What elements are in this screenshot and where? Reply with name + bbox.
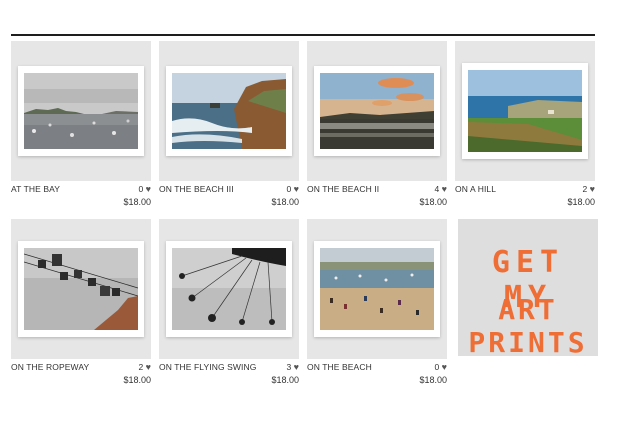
product-thumbnail[interactable] — [11, 219, 151, 359]
product-price: $18.00 — [419, 375, 447, 385]
faded-header — [10, 6, 130, 22]
product-price: $18.00 — [271, 197, 299, 207]
product-price: $18.00 — [123, 375, 151, 385]
like-count-value: 0 — [138, 184, 144, 194]
like-count-value: 4 — [434, 184, 440, 194]
like-count[interactable]: 2 ♥ — [583, 184, 595, 194]
product-title[interactable]: ON THE FLYING SWING — [159, 362, 256, 372]
print-mat — [314, 241, 440, 337]
product-title[interactable]: ON A HILL — [455, 184, 496, 194]
print-mat — [462, 63, 588, 159]
photo-at-the-bay — [24, 73, 138, 149]
photo-on-the-ropeway — [24, 248, 138, 330]
like-count[interactable]: 0 ♥ — [435, 362, 447, 372]
print-mat — [314, 66, 440, 156]
promo-line-2: ART PRINTS — [468, 293, 588, 359]
product-thumbnail[interactable] — [307, 219, 447, 359]
heart-icon[interactable]: ♥ — [442, 184, 447, 194]
heart-icon[interactable]: ♥ — [294, 362, 299, 372]
product-thumbnail[interactable] — [11, 41, 151, 181]
product-price: $18.00 — [271, 375, 299, 385]
product-title[interactable]: ON THE BEACH II — [307, 184, 379, 194]
product-title[interactable]: ON THE BEACH III — [159, 184, 234, 194]
photo-on-the-flying-swing — [172, 248, 286, 330]
photo-on-the-beach — [320, 248, 434, 330]
like-count-value: 0 — [434, 362, 440, 372]
like-count-value: 0 — [286, 184, 292, 194]
get-my-art-prints-banner[interactable]: GET MY ART PRINTS — [458, 219, 598, 359]
print-mat — [166, 241, 292, 337]
product-thumbnail[interactable] — [307, 41, 447, 181]
photo-on-a-hill — [468, 70, 582, 152]
print-mat — [18, 241, 144, 337]
product-thumbnail[interactable] — [159, 219, 299, 359]
heart-icon[interactable]: ♥ — [442, 362, 447, 372]
heart-icon[interactable]: ♥ — [294, 184, 299, 194]
heart-icon[interactable]: ♥ — [146, 184, 151, 194]
product-price: $18.00 — [123, 197, 151, 207]
like-count[interactable]: 0 ♥ — [139, 184, 151, 194]
product-thumbnail[interactable] — [159, 41, 299, 181]
photo-on-the-beach-ii — [320, 73, 434, 149]
heart-icon[interactable]: ♥ — [590, 184, 595, 194]
product-thumbnail[interactable] — [455, 41, 595, 181]
print-mat — [166, 66, 292, 156]
like-count-value: 3 — [286, 362, 292, 372]
like-count[interactable]: 2 ♥ — [139, 362, 151, 372]
product-price: $18.00 — [419, 197, 447, 207]
product-title[interactable]: AT THE BAY — [11, 184, 60, 194]
print-mat — [18, 66, 144, 156]
product-title[interactable]: ON THE ROPEWAY — [11, 362, 89, 372]
like-count-value: 2 — [582, 184, 588, 194]
like-count[interactable]: 4 ♥ — [435, 184, 447, 194]
like-count-value: 2 — [138, 362, 144, 372]
like-count[interactable]: 3 ♥ — [287, 362, 299, 372]
product-title[interactable]: ON THE BEACH — [307, 362, 372, 372]
heart-icon[interactable]: ♥ — [146, 362, 151, 372]
top-divider — [11, 34, 595, 36]
like-count[interactable]: 0 ♥ — [287, 184, 299, 194]
photo-on-the-beach-iii — [172, 73, 286, 149]
product-price: $18.00 — [567, 197, 595, 207]
